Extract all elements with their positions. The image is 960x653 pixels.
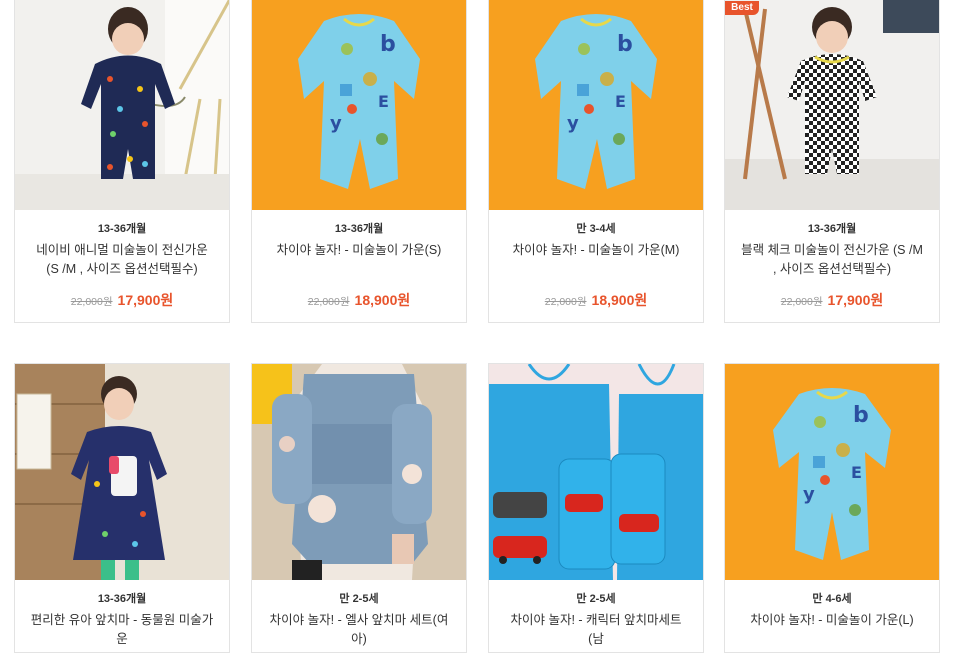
svg-text:E: E — [615, 92, 626, 111]
product-name[interactable]: 차이야 놀자! - 엘사 앞치마 세트(여아) — [266, 611, 452, 649]
product-info: 만 3-4세 차이야 놀자! - 미술놀이 가운(M) — [489, 222, 703, 260]
sale-price: 18,900원 — [591, 292, 648, 308]
age-range: 만 4-6세 — [812, 593, 852, 605]
product-name[interactable]: 편리한 유아 앞치마 - 동물원 미술가운 — [29, 611, 215, 649]
svg-text:b: b — [380, 32, 396, 57]
product-image[interactable] — [725, 0, 939, 210]
svg-text:y: y — [567, 113, 579, 134]
product-card[interactable]: 13-36개월 네이비 애니멀 미술놀이 전신가운 (S /M , 사이즈 옵션… — [14, 0, 230, 323]
product-name[interactable]: 차이야 놀자! - 미술놀이 가운(M) — [503, 241, 689, 260]
product-image[interactable] — [15, 364, 229, 580]
age-range: 13-36개월 — [97, 593, 147, 605]
age-range: 13-36개월 — [334, 223, 384, 235]
product-image[interactable]: b y E — [725, 364, 939, 580]
age-range: 만 3-4세 — [576, 223, 616, 235]
product-info: 13-36개월 편리한 유아 앞치마 - 동물원 미술가운 — [15, 592, 229, 649]
svg-text:E: E — [851, 463, 862, 482]
product-name[interactable]: 차이야 놀자! - 미술놀이 가운(L) — [739, 611, 925, 630]
price: 22,000원 18,900원 — [489, 290, 703, 310]
sale-price: 17,900원 — [117, 292, 174, 308]
svg-text:b: b — [617, 32, 633, 57]
svg-text:y: y — [330, 113, 342, 134]
product-info: 만 2-5세 차이야 놀자! - 캐릭터 앞치마세트(남 — [489, 592, 703, 649]
age-range: 13-36개월 — [97, 223, 147, 235]
product-card[interactable]: 13-36개월 편리한 유아 앞치마 - 동물원 미술가운 — [14, 363, 230, 653]
price: 22,000원 18,900원 — [252, 290, 466, 310]
product-card[interactable]: b y E 만 3-4세 차이야 놀자! - 미술놀이 가운(M) 22,000… — [488, 0, 704, 323]
original-price: 22,000원 — [70, 296, 113, 308]
svg-text:y: y — [803, 484, 815, 505]
product-image[interactable] — [252, 364, 466, 580]
original-price: 22,000원 — [780, 296, 823, 308]
age-range: 만 2-5세 — [339, 593, 379, 605]
svg-text:b: b — [853, 403, 869, 428]
product-card[interactable]: 만 2-5세 차이야 놀자! - 캐릭터 앞치마세트(남 — [488, 363, 704, 653]
product-info: 만 4-6세 차이야 놀자! - 미술놀이 가운(L) — [725, 592, 939, 630]
price: 22,000원 17,900원 — [15, 290, 229, 310]
product-info: 13-36개월 블랙 체크 미술놀이 전신가운 (S /M , 사이즈 옵션선택… — [725, 222, 939, 279]
sale-price: 17,900원 — [827, 292, 884, 308]
best-badge: Best — [725, 1, 759, 15]
age-range: 만 2-5세 — [576, 593, 616, 605]
sale-price: 18,900원 — [354, 292, 411, 308]
original-price: 22,000원 — [307, 296, 350, 308]
product-info: 13-36개월 차이야 놀자! - 미술놀이 가운(S) — [252, 222, 466, 260]
age-range: 13-36개월 — [807, 223, 857, 235]
product-name[interactable]: 차이야 놀자! - 캐릭터 앞치마세트(남 — [503, 611, 689, 649]
price: 22,000원 17,900원 — [725, 290, 939, 310]
product-card[interactable]: b y E 만 4-6세 차이야 놀자! - 미술놀이 가운(L) — [724, 363, 940, 653]
product-image[interactable]: b y E — [252, 0, 466, 210]
product-card[interactable]: 만 2-5세 차이야 놀자! - 엘사 앞치마 세트(여아) — [251, 363, 467, 653]
product-card[interactable]: Best 13-36개월 블랙 체크 미술놀이 전신가운 (S /M , 사이즈… — [724, 0, 940, 323]
product-image[interactable] — [15, 0, 229, 210]
svg-text:E: E — [378, 92, 389, 111]
product-card[interactable]: b y E 13-36개월 차이야 놀자! - 미술놀이 가운(S) 22,00… — [251, 0, 467, 323]
product-name[interactable]: 차이야 놀자! - 미술놀이 가운(S) — [266, 241, 452, 260]
product-name[interactable]: 네이비 애니멀 미술놀이 전신가운 (S /M , 사이즈 옵션선택필수) — [29, 241, 215, 279]
original-price: 22,000원 — [544, 296, 587, 308]
product-info: 13-36개월 네이비 애니멀 미술놀이 전신가운 (S /M , 사이즈 옵션… — [15, 222, 229, 279]
product-info: 만 2-5세 차이야 놀자! - 엘사 앞치마 세트(여아) — [252, 592, 466, 649]
product-image[interactable]: b y E — [489, 0, 703, 210]
product-name[interactable]: 블랙 체크 미술놀이 전신가운 (S /M , 사이즈 옵션선택필수) — [739, 241, 925, 279]
product-image[interactable] — [489, 364, 703, 580]
